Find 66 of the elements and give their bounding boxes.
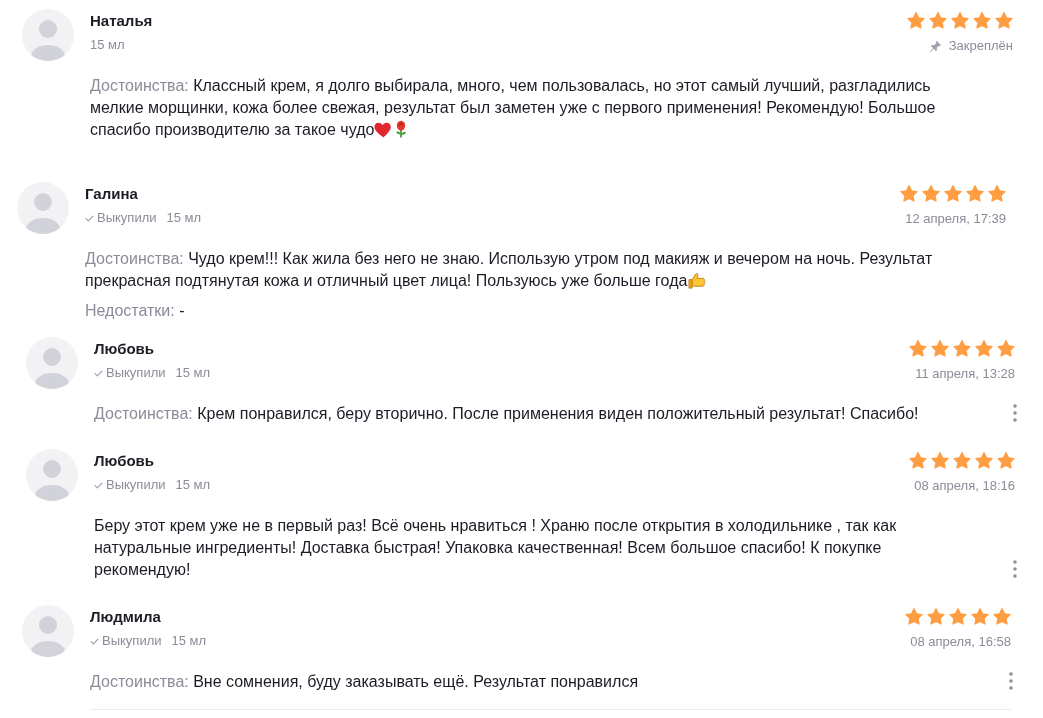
check-icon bbox=[94, 481, 103, 489]
author-name: Любовь bbox=[94, 451, 154, 471]
review-text: Беру этот крем уже не в первый раз! Всё очень нравиться ! Храню после открытия в холодильнике , так как натуральные ингредиенты! Доставка быстрая! Упаковка качественная! Всем большое спасибо! К покупке рекомендую! bbox=[94, 516, 898, 580]
star-icon bbox=[909, 452, 927, 469]
star-icon bbox=[997, 340, 1015, 357]
pinned-label: Закреплён bbox=[948, 37, 1013, 55]
review-text: Достоинства: Крем понравился, беру вторично. После применения виден положительный результат! Спасибо! bbox=[94, 404, 920, 424]
star-icon bbox=[900, 185, 918, 202]
product-variant: 15 мл bbox=[175, 364, 211, 382]
star-icon bbox=[931, 340, 949, 357]
star-icon bbox=[953, 452, 971, 469]
author-name: Галина bbox=[85, 184, 138, 204]
avatar-icon bbox=[22, 605, 74, 657]
check-icon bbox=[90, 637, 99, 645]
review-text: Достоинства: Вне сомнения, буду заказывать ещё. Результат понравился bbox=[90, 672, 640, 692]
product-variant: 15 мл bbox=[166, 209, 202, 227]
author-name: Людмила bbox=[90, 607, 161, 627]
review-date: 08 апреля, 18:16 bbox=[914, 477, 1015, 495]
product-variant: 15 мл bbox=[90, 36, 125, 54]
author-name: Любовь bbox=[94, 339, 154, 359]
check-icon bbox=[94, 369, 103, 377]
purchase-status: Выкупили bbox=[106, 476, 166, 494]
star-icon bbox=[975, 452, 993, 469]
review-date: 11 апреля, 13:28 bbox=[915, 365, 1015, 383]
pin-icon bbox=[928, 39, 942, 53]
purchase-status: Выкупили bbox=[102, 632, 162, 650]
heart-icon bbox=[374, 122, 394, 138]
check-icon bbox=[85, 214, 94, 222]
purchase-status: Выкупили bbox=[106, 364, 166, 382]
star-icon bbox=[966, 185, 984, 202]
star-icon bbox=[929, 12, 947, 29]
product-variant: 15 мл bbox=[175, 476, 211, 494]
star-icon bbox=[931, 452, 949, 469]
review-date: 08 апреля, 16:58 bbox=[910, 633, 1011, 651]
flower-icon bbox=[395, 120, 408, 138]
purchase-status: Выкупили bbox=[97, 209, 157, 227]
star-icon bbox=[988, 185, 1006, 202]
star-icon bbox=[922, 185, 940, 202]
more-icon[interactable] bbox=[1013, 404, 1017, 422]
avatar-icon bbox=[22, 9, 74, 61]
avatar-icon bbox=[17, 182, 69, 234]
product-variant: 15 мл bbox=[171, 632, 207, 650]
star-icon bbox=[927, 608, 945, 625]
star-icon bbox=[993, 608, 1011, 625]
star-icon bbox=[997, 452, 1015, 469]
more-icon[interactable] bbox=[1009, 672, 1013, 690]
review-date: 12 апреля, 17:39 bbox=[905, 210, 1006, 228]
star-icon bbox=[951, 12, 969, 29]
review-text: Достоинства: Классный крем, я долго выбирала, много, чем пользовалась, но этот самый лучший, разгладились мелкие морщинки, кожа более свежая, результат был заметен уже с первого применения! Рекомендую! Большое спасибо производителю за такое чудо bbox=[90, 76, 937, 140]
star-icon bbox=[975, 340, 993, 357]
star-icon bbox=[971, 608, 989, 625]
thumbs-up-icon bbox=[688, 272, 707, 289]
review-text: Достоинства: Чудо крем!!! Как жила без него не знаю. Использую утром под макияж и вечером на ночь. Результат прекрасная подтянутая кожа и отличный цвет лица! Пользуюсь уже больше года bbox=[85, 249, 934, 291]
avatar-icon bbox=[26, 337, 78, 389]
star-icon bbox=[973, 12, 991, 29]
avatar-icon bbox=[26, 449, 78, 501]
more-icon[interactable] bbox=[1013, 560, 1017, 578]
star-icon bbox=[944, 185, 962, 202]
review-text: Недостатки: - bbox=[85, 301, 186, 321]
star-icon bbox=[949, 608, 967, 625]
star-icon bbox=[905, 608, 923, 625]
star-icon bbox=[953, 340, 971, 357]
star-icon bbox=[907, 12, 925, 29]
author-name: Наталья bbox=[90, 11, 153, 31]
star-icon bbox=[909, 340, 927, 357]
star-icon bbox=[995, 12, 1013, 29]
